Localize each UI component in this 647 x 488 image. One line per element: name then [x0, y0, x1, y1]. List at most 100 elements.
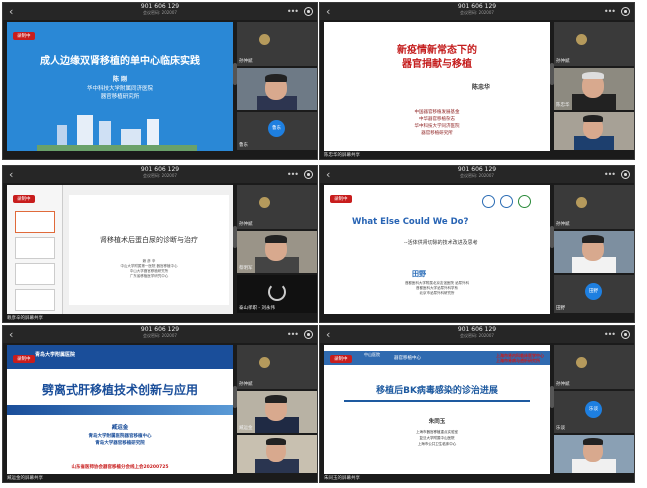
slide-org: 上海市器官移植重点实验室 复旦大学附属中山医院 上海市公共卫生临床中心	[416, 430, 458, 446]
slide-org: 首都医科大学附属北京友谊医院 泌尿外科 首都医科大学泌尿外科学系 北京市泌尿外科研究…	[404, 281, 470, 295]
slide-thumbnail[interactable]	[15, 263, 55, 285]
recording-badge: 录制中	[330, 355, 352, 363]
shared-slide: 录制中 What Else Could We Do? --活体供肾切除的技术改进…	[324, 185, 550, 314]
avatar: 乐谈	[585, 401, 602, 418]
shared-slide: 新疫情新常态下的 器官捐献与移植 陈忠华 中国器官移植发展基金 中华器官移植杂志 华中…	[324, 22, 550, 151]
tile-top-bar: ‹ 901 606 129 会议密码: 202007 •••	[320, 3, 634, 20]
slide-title: 成人边缘双肾移植的单中心临床实践	[40, 56, 200, 67]
participant-video: 陈忠华	[554, 68, 634, 110]
slide-conference: 山东省医师协会器官移植分会线上会20200725	[71, 465, 169, 470]
participant-name: 孙仲斌	[556, 382, 570, 387]
slide-title: 肾移植术后蛋白尿的诊断与治疗	[100, 236, 198, 244]
meeting-grid: ‹ 901 606 129 会议密码: 202007 ••• 录制中 成人边缘双肾…	[0, 0, 647, 488]
participant-video	[554, 231, 634, 273]
participant-video	[237, 435, 317, 473]
avatar: 田野	[585, 283, 602, 300]
participant-tile: 孙仲斌	[237, 185, 317, 229]
slide-header-text: 器官移植中心	[394, 356, 421, 361]
participant-strip: 孙仲斌 乐谈 乐谈	[554, 345, 634, 474]
participant-name: 蔡明军	[239, 266, 253, 271]
tile-top-bar: ‹ 901 606 129 会议密码: 202007 •••	[320, 326, 634, 343]
participant-video	[554, 435, 634, 473]
shared-slide: 录制中 中山医院 器官移植中心 上海市肾内科临床医学中心 上海市肾病与透析研究所 …	[324, 345, 550, 474]
meeting-password: 会议密码: 202007	[460, 10, 494, 15]
participant-tile: 孙仲斌	[237, 22, 317, 66]
slide-title: 劈离式肝移植技术创新与应用	[41, 383, 198, 397]
recording-badge: 录制中	[13, 355, 35, 363]
record-icon[interactable]	[304, 330, 313, 339]
avatar	[259, 34, 270, 45]
participant-video: 蔡明军	[237, 231, 317, 273]
slide-thumbnail[interactable]	[15, 211, 55, 233]
slide-org: 中国器官移植发展基金 中华器官移植杂志 华中科技大学同济医院 器官移植研究所	[414, 110, 460, 136]
participant-tile: 田野 田野	[554, 275, 634, 313]
slide-thumbnail-list[interactable]	[7, 185, 63, 314]
participant-name: 乐谈	[556, 426, 565, 431]
meeting-tile-2: ‹ 901 606 129 会议密码: 202007 ••• 新疫情新常态下的 器官…	[319, 2, 635, 160]
participant-video	[554, 112, 634, 150]
participant-tile: 孙仲斌	[554, 345, 634, 389]
meeting-password: 会议密码: 202007	[143, 10, 177, 15]
record-icon[interactable]	[304, 170, 313, 179]
slide-presenter: 朱同玉	[428, 419, 446, 425]
record-icon[interactable]	[621, 7, 630, 16]
meeting-tile-3: ‹ 901 606 129 会议密码: 202007 ••• 录制中 肾移植术后蛋…	[2, 165, 318, 323]
participant-video	[237, 68, 317, 110]
slide-presenter: 田野	[412, 270, 426, 278]
participant-name: 孙仲斌	[556, 222, 570, 227]
hospital-logo-text: 中山医院	[364, 352, 380, 357]
slide-org: 青岛大学附属医院器官移植中心 青岛大学器官移植研究院	[88, 434, 152, 446]
meeting-password: 会议密码: 202007	[460, 173, 494, 178]
slide-presenter: 臧运金	[111, 425, 129, 431]
slide-presenter: 陈忠华	[471, 84, 490, 91]
meeting-tile-5: ‹ 901 606 129 会议密码: 202007 ••• 录制中 青岛大学附属…	[2, 325, 318, 483]
participant-name: 孙仲斌	[556, 59, 570, 64]
slide-org: 赖 彦 辛中山大学附属第一医院 器官移植中心 中山大学器官移植研究所 广东省移植医学…	[120, 259, 178, 278]
more-icon[interactable]: •••	[287, 170, 299, 179]
shared-slide: 录制中 青岛大学附属医院 劈离式肝移植技术创新与应用 臧运金 青岛大学附属医院器…	[7, 345, 233, 474]
institution-logos	[482, 195, 542, 209]
slide-thumbnail[interactable]	[15, 289, 55, 311]
slide-subtitle: --活体供肾切除的技术改进及思考	[404, 240, 478, 246]
participant-tile: 乐谈 乐谈	[554, 391, 634, 433]
slide-presenter: 陈 刚	[112, 76, 128, 83]
tile-top-bar: ‹ 901 606 129 会议密码: 202007 •••	[3, 326, 317, 343]
participant-tile: 孙仲斌	[554, 22, 634, 66]
more-icon[interactable]: •••	[287, 330, 299, 339]
meeting-tile-4: ‹ 901 606 129 会议密码: 202007 ••• 录制中 What E…	[319, 165, 635, 323]
meeting-password: 会议密码: 202007	[143, 173, 177, 178]
participant-strip: 孙仲斌 陈忠华	[554, 22, 634, 151]
hospital-building-image	[37, 115, 197, 151]
tile-top-bar: ‹ 901 606 129 会议密码: 202007 •••	[3, 3, 317, 20]
avatar	[576, 357, 587, 368]
loading-spinner-icon	[268, 283, 286, 301]
recording-badge: 录制中	[13, 195, 35, 203]
record-icon[interactable]	[621, 170, 630, 179]
more-icon[interactable]: •••	[604, 7, 616, 16]
participant-name: 泰山孝职 - 刘永伟	[239, 306, 275, 311]
more-icon[interactable]: •••	[287, 7, 299, 16]
participant-tile: 孙仲斌	[554, 185, 634, 229]
more-icon[interactable]: •••	[604, 170, 616, 179]
record-icon[interactable]	[304, 7, 313, 16]
participant-name: 田野	[556, 306, 565, 311]
participant-name: 鲁东	[239, 143, 248, 148]
screen-share-label: 朱同玉的屏幕共享	[324, 476, 360, 481]
participant-tile: 鲁东 鲁东	[237, 112, 317, 150]
record-icon[interactable]	[621, 330, 630, 339]
slide-divider	[344, 400, 530, 402]
slide-thumbnail[interactable]	[15, 237, 55, 259]
slide-title: 新疫情新常态下的 器官捐献与移植	[397, 45, 477, 70]
avatar	[576, 34, 587, 45]
slide-title: 移植后BK病毒感染的诊治进展	[376, 386, 498, 396]
shared-slide: 录制中 肾移植术后蛋白尿的诊断与治疗 赖 彦 辛中山大学附属第一医院 器官移植中…	[7, 185, 233, 314]
avatar	[259, 197, 270, 208]
meeting-tile-6: ‹ 901 606 129 会议密码: 202007 ••• 录制中 中山医院 器…	[319, 325, 635, 483]
more-icon[interactable]: •••	[604, 330, 616, 339]
participant-name: 臧运金	[239, 426, 253, 431]
slide-page: 肾移植术后蛋白尿的诊断与治疗 赖 彦 辛中山大学附属第一医院 器官移植中心 中山大…	[69, 195, 229, 305]
slide-stripe	[7, 405, 233, 415]
slide-title: What Else Could We Do?	[352, 217, 469, 227]
participant-strip: 孙仲斌 田野 田野	[554, 185, 634, 314]
screen-share-label: 赖彦辛的屏幕共享	[7, 316, 43, 321]
